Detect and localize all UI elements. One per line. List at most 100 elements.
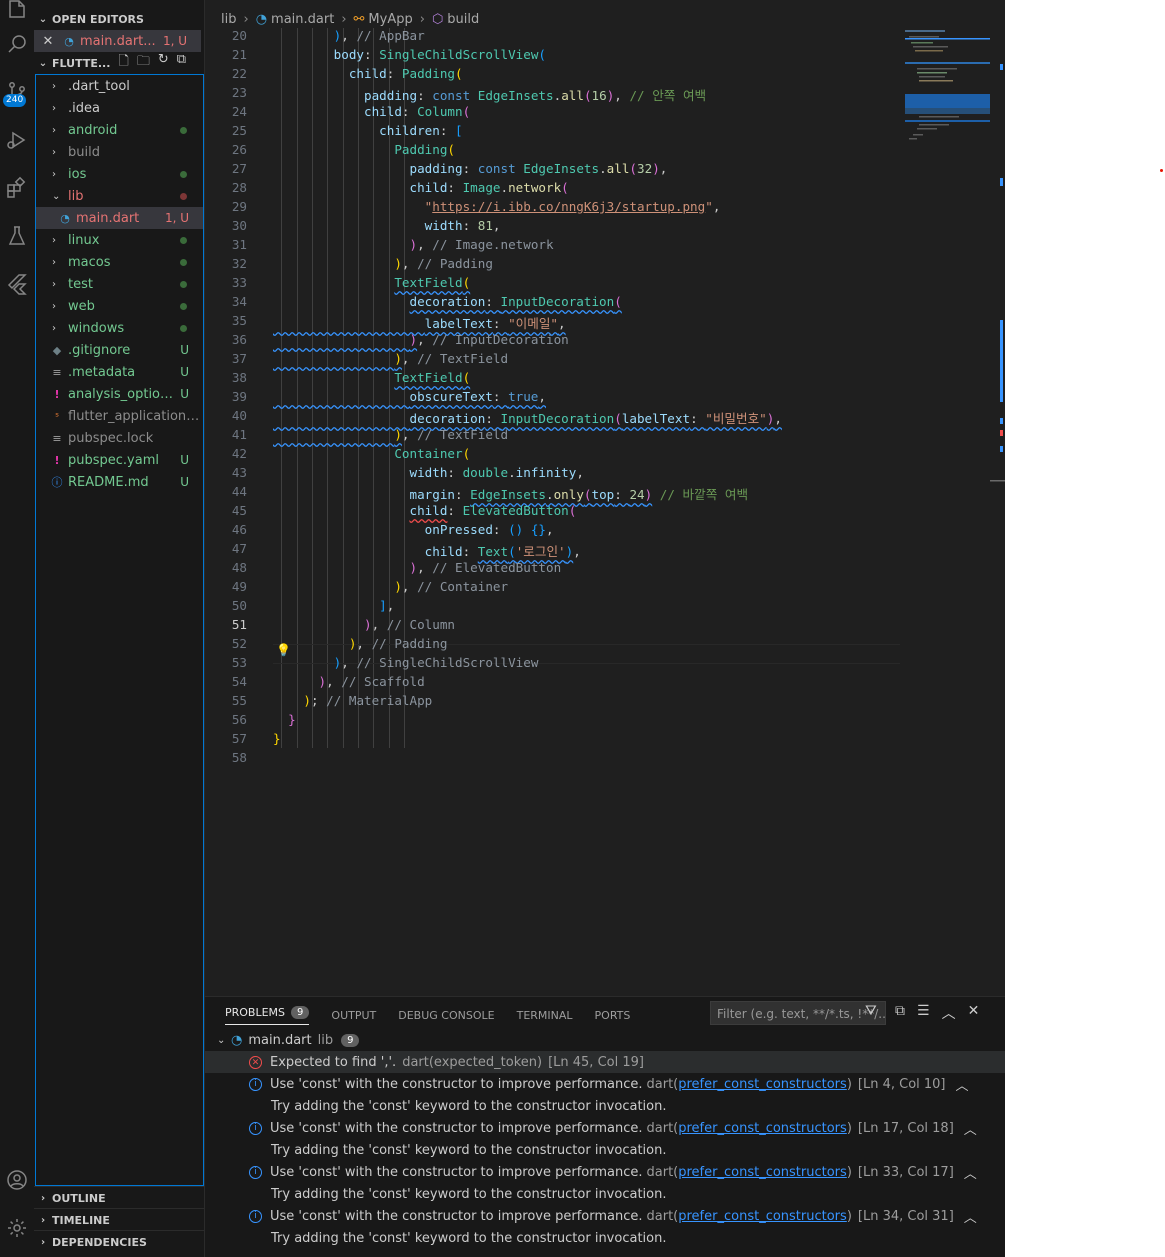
- line-number: 54: [231, 674, 247, 689]
- chevron-up-icon[interactable]: ︿: [956, 1075, 969, 1094]
- tree-item-web[interactable]: › web: [36, 295, 203, 317]
- tree-item-idea[interactable]: › .idea: [36, 97, 203, 119]
- line-number: 24: [231, 104, 247, 119]
- problems-filter-input[interactable]: Filter (e.g. text, **/*.ts, !**/...: [710, 1001, 886, 1025]
- chevron-right-icon: ›: [243, 11, 249, 27]
- tree-item-ios[interactable]: › ios: [36, 163, 203, 185]
- breadcrumb-folder[interactable]: lib: [221, 12, 236, 27]
- new-file-icon[interactable]: 🗋: [118, 52, 128, 74]
- breadcrumb-method[interactable]: build: [447, 12, 479, 27]
- code-line: ), // TextField: [394, 427, 509, 442]
- line-number: 25: [231, 123, 247, 138]
- dependencies-header[interactable]: › DEPENDENCIES: [34, 1230, 204, 1253]
- tree-item-lib[interactable]: ⌄ lib: [36, 185, 203, 207]
- settings-gear-icon[interactable]: [0, 1211, 34, 1245]
- tab-ports[interactable]: PORTS: [595, 1005, 631, 1025]
- tree-item-pubspec-yaml[interactable]: ! pubspec.yaml U: [36, 449, 203, 471]
- tree-item-dart-tool[interactable]: › .dart_tool: [36, 75, 203, 97]
- collapse-all-icon[interactable]: ⧉: [895, 1003, 905, 1023]
- rule-link[interactable]: prefer_const_constructors: [678, 1209, 847, 1224]
- problem-row[interactable]: i Use 'const' with the constructor to im…: [205, 1161, 1005, 1183]
- git-status-dot: [180, 303, 187, 310]
- chevron-right-icon: ›: [52, 80, 56, 92]
- open-editors-header[interactable]: ⌄ OPEN EDITORS: [34, 8, 204, 30]
- line-number: 28: [231, 180, 247, 195]
- tree-item-test[interactable]: › test: [36, 273, 203, 295]
- collapse-all-icon[interactable]: ⧉: [177, 52, 186, 74]
- tab-debug-console[interactable]: DEBUG CONSOLE: [398, 1005, 494, 1025]
- minimap[interactable]: [905, 28, 990, 148]
- chevron-up-icon[interactable]: ︿: [964, 1163, 977, 1182]
- run-debug-icon[interactable]: [0, 123, 34, 157]
- problem-row[interactable]: ✕ Expected to find ','. dart(expected_to…: [205, 1051, 1005, 1073]
- yaml-file-icon: !: [54, 387, 60, 401]
- tree-item-pubspec-lock[interactable]: ≡ pubspec.lock: [36, 427, 203, 449]
- problem-hint: Try adding the 'const' keyword to the co…: [271, 1098, 667, 1114]
- chevron-up-icon[interactable]: ︿: [964, 1207, 977, 1226]
- problem-row[interactable]: i Use 'const' with the constructor to im…: [205, 1117, 1005, 1139]
- code-line: decoration: InputDecoration(labelText: "…: [409, 411, 782, 426]
- close-icon[interactable]: ✕: [34, 34, 62, 49]
- tree-item-macos[interactable]: › macos: [36, 251, 203, 273]
- tree-item-build[interactable]: › build: [36, 141, 203, 163]
- line-number: 37: [231, 351, 247, 366]
- rss-file-icon: ˢ: [54, 409, 60, 423]
- dart-file-icon: ◔: [255, 11, 268, 27]
- folder-header[interactable]: ⌄ FLUTTE... 🗋 🗀 ↻ ⧉: [34, 52, 204, 74]
- info-icon: i: [249, 1209, 262, 1223]
- tree-item-windows[interactable]: › windows: [36, 317, 203, 339]
- testing-icon[interactable]: [0, 219, 34, 253]
- problems-file-group[interactable]: ⌄ ◔ main.dart lib 9: [205, 1029, 1005, 1051]
- flutter-icon[interactable]: [0, 267, 34, 301]
- account-icon[interactable]: [0, 1163, 34, 1197]
- rule-link[interactable]: prefer_const_constructors: [678, 1077, 847, 1092]
- code-line: ), // AppBar: [333, 28, 425, 43]
- git-status-dot: [180, 237, 187, 244]
- filter-icon[interactable]: ⛛: [865, 1003, 877, 1019]
- tab-output[interactable]: OUTPUT: [331, 1005, 376, 1025]
- view-as-tree-icon[interactable]: ☰: [917, 1003, 930, 1023]
- extensions-icon[interactable]: [0, 171, 34, 205]
- vscode-window: 240 ⌄ OPEN EDITORS ✕ ◔ main.dart... 1, U…: [0, 0, 1005, 1257]
- rule-link[interactable]: prefer_const_constructors: [678, 1121, 847, 1136]
- tree-item-android[interactable]: › android: [36, 119, 203, 141]
- line-number: 52: [231, 636, 247, 651]
- info-icon: i: [249, 1077, 262, 1091]
- tree-item-readme[interactable]: ⓘ README.md U: [36, 471, 203, 493]
- search-icon[interactable]: [0, 27, 34, 61]
- problem-row[interactable]: i Use 'const' with the constructor to im…: [205, 1205, 1005, 1227]
- tree-item-iml[interactable]: ˢflutter_application_1.i...: [36, 405, 203, 427]
- explorer-icon[interactable]: [0, 0, 34, 26]
- open-editor-item[interactable]: ✕ ◔ main.dart... 1, U: [34, 30, 201, 52]
- editor-scrollbar[interactable]: [990, 28, 1005, 993]
- breadcrumb-file[interactable]: main.dart: [271, 12, 334, 27]
- line-number: 49: [231, 579, 247, 594]
- refresh-icon[interactable]: ↻: [158, 52, 169, 74]
- tree-item-gitignore[interactable]: ◆ .gitignore U: [36, 339, 203, 361]
- rule-link[interactable]: prefer_const_constructors: [678, 1165, 847, 1180]
- close-panel-icon[interactable]: ✕: [968, 1003, 980, 1023]
- line-number: 47: [231, 541, 247, 556]
- code-line: body: SingleChildScrollView(: [333, 47, 547, 62]
- line-number: 55: [231, 693, 247, 708]
- tab-terminal[interactable]: TERMINAL: [517, 1005, 573, 1025]
- problem-row[interactable]: i Use 'const' with the constructor to im…: [205, 1073, 1005, 1095]
- chevron-up-icon[interactable]: ︿: [964, 1119, 977, 1138]
- maximize-panel-icon[interactable]: ︿: [942, 1003, 956, 1023]
- tree-item-main-dart[interactable]: ◔ main.dart 1, U: [36, 207, 203, 229]
- tab-problems[interactable]: PROBLEMS 9: [225, 1005, 310, 1025]
- explorer-sidebar: ⌄ OPEN EDITORS ✕ ◔ main.dart... 1, U ⌄ F…: [34, 0, 205, 1257]
- code-editor[interactable]: 💡 20 21 22 23 24 25 26 27 28 29 30 31 32 33 34 35 36 37 38…: [205, 28, 900, 993]
- chevron-down-icon: ⌄: [38, 57, 48, 69]
- new-folder-icon[interactable]: 🗀: [137, 52, 150, 74]
- line-number: 43: [231, 465, 247, 480]
- tree-item-linux[interactable]: › linux: [36, 229, 203, 251]
- line-number: 34: [231, 294, 247, 309]
- tree-item-metadata[interactable]: ≡ .metadata U: [36, 361, 203, 383]
- tree-item-analysis-options[interactable]: !analysis_options....U: [36, 383, 203, 405]
- line-number: 45: [231, 503, 247, 518]
- timeline-header[interactable]: › TIMELINE: [34, 1208, 204, 1231]
- chevron-right-icon: ›: [52, 300, 56, 312]
- outline-header[interactable]: › OUTLINE: [34, 1186, 204, 1209]
- breadcrumb-class[interactable]: MyApp: [368, 12, 412, 27]
